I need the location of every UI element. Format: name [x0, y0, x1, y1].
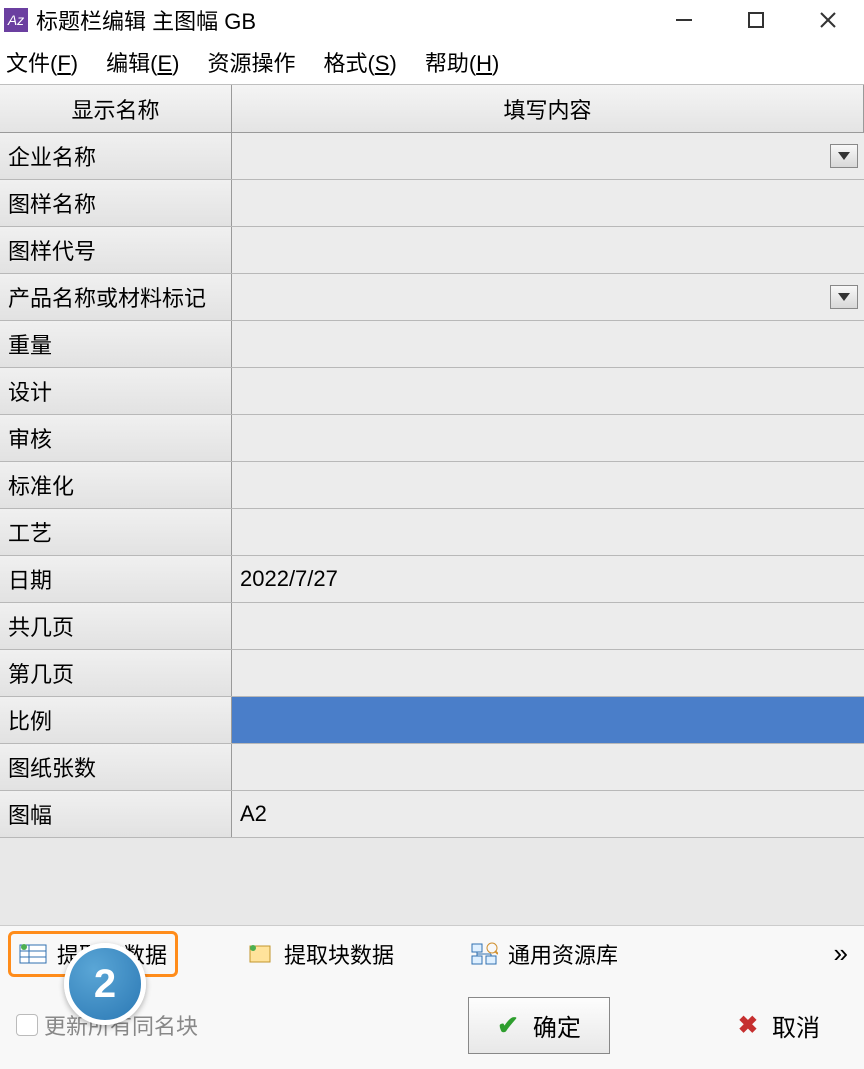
header-name[interactable]: 显示名称 [0, 85, 232, 132]
value-page-number[interactable] [232, 650, 864, 696]
dropdown-icon[interactable] [830, 285, 858, 309]
extract-block-data-button[interactable]: 提取块数据 [238, 934, 402, 974]
title-bar: Az 标题栏编辑 主图幅 GB [0, 0, 864, 40]
row-weight: 重量 [0, 321, 864, 368]
grid-header: 显示名称 填写内容 [0, 85, 864, 133]
label-design: 设计 [0, 368, 232, 414]
row-drawing-code: 图样代号 [0, 227, 864, 274]
value-standardization[interactable] [232, 462, 864, 508]
checkbox-icon [16, 1014, 38, 1036]
menu-file[interactable]: 文件(F) [6, 46, 78, 78]
label-date: 日期 [0, 556, 232, 602]
app-icon: Az [4, 8, 28, 32]
menu-bar: 文件(F) 编辑(E) 资源操作 格式(S) 帮助(H) [0, 40, 864, 84]
row-product-material: 产品名称或材料标记 [0, 274, 864, 321]
footer-buttons: ✔ 确定 ✖ 取消 [468, 997, 848, 1054]
value-frame-size[interactable]: A2 [232, 791, 864, 837]
value-product-material[interactable] [232, 274, 864, 320]
label-process: 工艺 [0, 509, 232, 555]
label-sheet-count: 图纸张数 [0, 744, 232, 790]
value-weight[interactable] [232, 321, 864, 367]
menu-resource[interactable]: 资源操作 [207, 46, 295, 78]
label-standardization: 标准化 [0, 462, 232, 508]
block-icon [246, 942, 274, 966]
value-total-pages[interactable] [232, 603, 864, 649]
label-frame-size: 图幅 [0, 791, 232, 837]
value-scale[interactable] [232, 697, 864, 743]
row-review: 审核 [0, 415, 864, 462]
ok-label: 确定 [533, 1008, 581, 1043]
label-weight: 重量 [0, 321, 232, 367]
value-drawing-name[interactable] [232, 180, 864, 226]
check-icon: ✔ [497, 1010, 519, 1041]
menu-format[interactable]: 格式(S) [323, 46, 396, 78]
row-enterprise-name: 企业名称 [0, 133, 864, 180]
label-scale: 比例 [0, 697, 232, 743]
resource-library-label: 通用资源库 [508, 938, 618, 970]
row-page-number: 第几页 [0, 650, 864, 697]
label-enterprise-name: 企业名称 [0, 133, 232, 179]
label-page-number: 第几页 [0, 650, 232, 696]
label-drawing-name: 图样名称 [0, 180, 232, 226]
value-design[interactable] [232, 368, 864, 414]
value-sheet-count[interactable] [232, 744, 864, 790]
close-button[interactable] [812, 4, 844, 36]
header-content[interactable]: 填写内容 [232, 85, 864, 132]
value-date[interactable]: 2022/7/27 [232, 556, 864, 602]
table-icon [19, 942, 47, 966]
value-drawing-code[interactable] [232, 227, 864, 273]
row-drawing-name: 图样名称 [0, 180, 864, 227]
row-total-pages: 共几页 [0, 603, 864, 650]
x-icon: ✖ [738, 1011, 758, 1040]
menu-edit[interactable]: 编辑(E) [106, 46, 179, 78]
more-tools-button[interactable]: » [834, 938, 856, 969]
cancel-button[interactable]: ✖ 取消 [710, 998, 848, 1053]
maximize-button[interactable] [740, 4, 772, 36]
menu-help[interactable]: 帮助(H) [425, 46, 500, 78]
window-title: 标题栏编辑 主图幅 GB [36, 4, 668, 36]
library-icon [470, 942, 498, 966]
property-grid: 显示名称 填写内容 企业名称 图样名称 图样代号 产品名称或材料标记 重量 设计… [0, 84, 864, 838]
window-controls [668, 4, 860, 36]
row-frame-size: 图幅 A2 [0, 791, 864, 838]
ok-button[interactable]: ✔ 确定 [468, 997, 610, 1054]
value-review[interactable] [232, 415, 864, 461]
value-enterprise-name[interactable] [232, 133, 864, 179]
minimize-button[interactable] [668, 4, 700, 36]
row-date: 日期 2022/7/27 [0, 556, 864, 603]
value-process[interactable] [232, 509, 864, 555]
row-design: 设计 [0, 368, 864, 415]
row-standardization: 标准化 [0, 462, 864, 509]
label-product-material: 产品名称或材料标记 [0, 274, 232, 320]
step-badge: 2 [64, 943, 146, 1025]
dropdown-icon[interactable] [830, 144, 858, 168]
cancel-label: 取消 [772, 1008, 820, 1043]
label-review: 审核 [0, 415, 232, 461]
row-sheet-count: 图纸张数 [0, 744, 864, 791]
extract-block-label: 提取块数据 [284, 938, 394, 970]
row-scale: 比例 [0, 697, 864, 744]
row-process: 工艺 [0, 509, 864, 556]
resource-library-button[interactable]: 通用资源库 [462, 934, 626, 974]
label-drawing-code: 图样代号 [0, 227, 232, 273]
label-total-pages: 共几页 [0, 603, 232, 649]
